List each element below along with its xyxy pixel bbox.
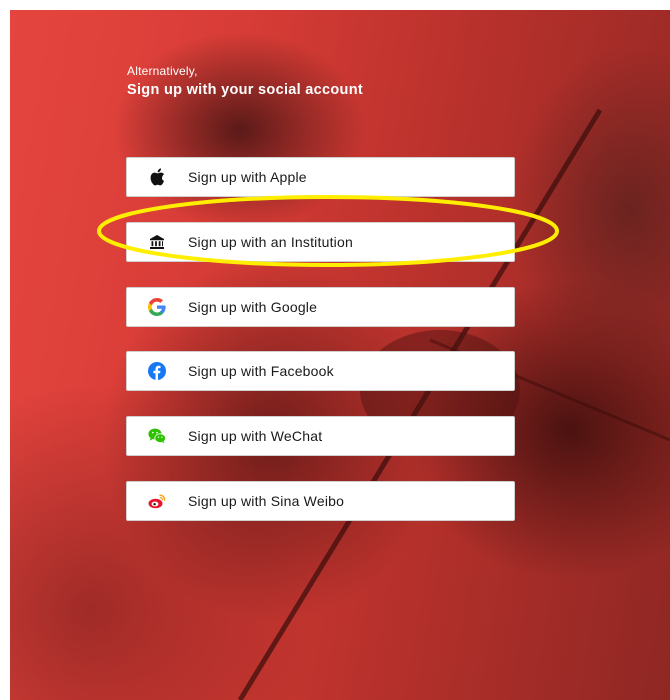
sign-up-wechat-label: Sign up with WeChat	[188, 428, 323, 444]
sign-up-institution-label: Sign up with an Institution	[188, 234, 353, 250]
alternatively-text: Alternatively,	[127, 64, 198, 78]
sign-up-google-button[interactable]: Sign up with Google	[126, 287, 515, 327]
sign-up-sina-weibo-button[interactable]: Sign up with Sina Weibo	[126, 481, 515, 521]
wechat-icon	[148, 427, 166, 445]
sign-up-google-label: Sign up with Google	[188, 299, 318, 315]
social-signup-heading: Sign up with your social account	[127, 82, 363, 98]
apple-icon	[148, 168, 166, 186]
sign-up-facebook-button[interactable]: Sign up with Facebook	[126, 351, 515, 391]
sign-up-apple-button[interactable]: Sign up with Apple	[126, 157, 515, 197]
sign-up-institution-button[interactable]: Sign up with an Institution	[126, 222, 515, 262]
sign-up-wechat-button[interactable]: Sign up with WeChat	[126, 416, 515, 456]
sina-weibo-icon	[148, 492, 166, 510]
sign-up-sina-weibo-label: Sign up with Sina Weibo	[188, 493, 345, 509]
sign-up-apple-label: Sign up with Apple	[188, 169, 307, 185]
google-icon	[148, 298, 166, 316]
facebook-icon	[148, 362, 166, 380]
institution-icon	[148, 233, 166, 251]
sign-up-facebook-label: Sign up with Facebook	[188, 363, 334, 379]
